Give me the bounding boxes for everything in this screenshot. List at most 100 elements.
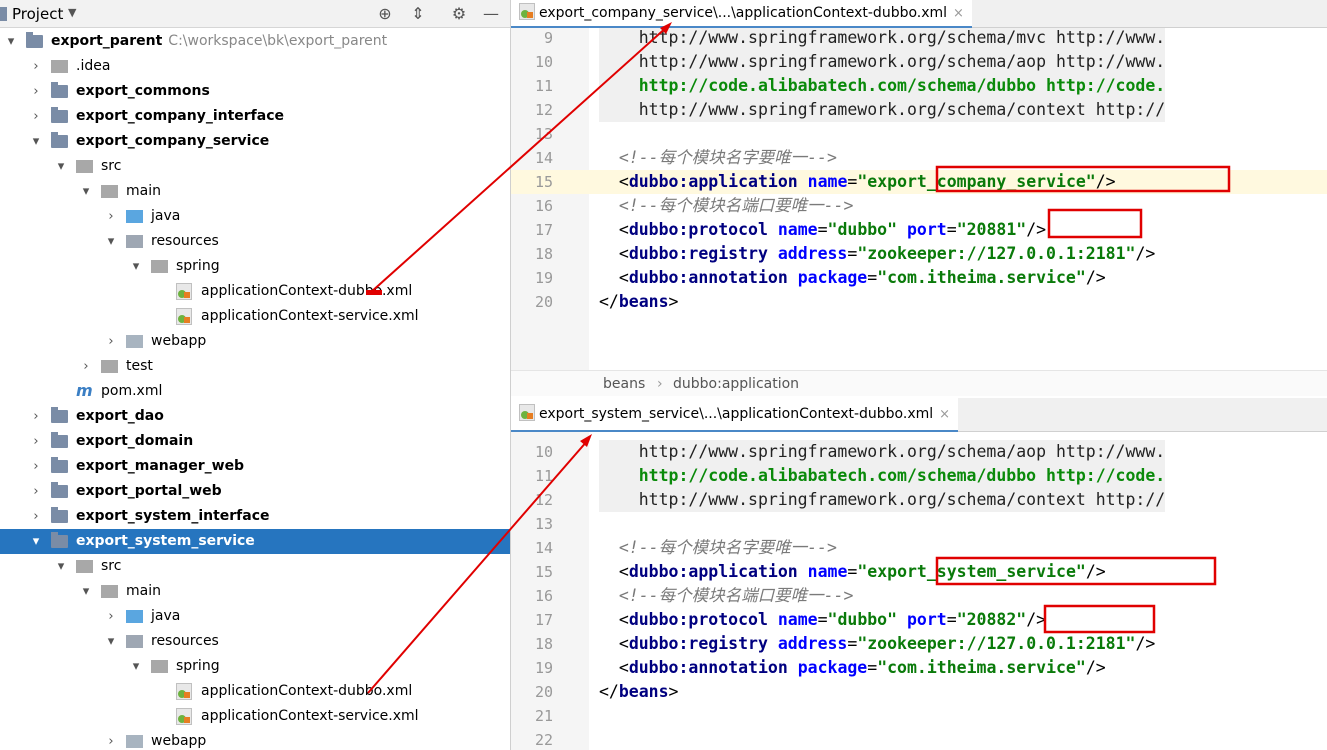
chevron-right-icon[interactable]: › — [29, 79, 43, 104]
tree-item[interactable]: › .idea — [0, 54, 510, 79]
code-line[interactable]: 15 <dubbo:application name="export_compa… — [511, 170, 1327, 194]
tree-item[interactable]: › export_domain — [0, 429, 510, 454]
tab-company-dubbo-xml[interactable]: export_company_service\...\applicationCo… — [511, 0, 972, 28]
tree-item[interactable]: › java — [0, 204, 510, 229]
tree-item-label: test — [126, 354, 153, 379]
chevron-down-icon[interactable]: ▾ — [29, 129, 43, 154]
code-line[interactable]: 17 <dubbo:protocol name="dubbo" port="20… — [511, 608, 1327, 632]
chevron-down-icon[interactable]: ▾ — [29, 529, 43, 554]
code-line[interactable]: 10 http://www.springframework.org/schema… — [511, 440, 1327, 464]
tree-item-label: resources — [151, 229, 219, 254]
tree-item[interactable]: › webapp — [0, 729, 510, 750]
tree-item-text: export_portal_web — [76, 483, 222, 499]
breadcrumb-item-beans[interactable]: beans — [603, 371, 645, 397]
chevron-right-icon[interactable]: › — [104, 329, 118, 354]
chevron-down-icon[interactable]: ▾ — [54, 154, 68, 179]
code-line[interactable]: 11 http://code.alibabatech.com/schema/du… — [511, 464, 1327, 488]
tree-item[interactable]: ▾ src — [0, 554, 510, 579]
tree-item[interactable]: ▾ main — [0, 579, 510, 604]
chevron-down-icon[interactable]: ▾ — [129, 254, 143, 279]
chevron-right-icon[interactable]: › — [104, 729, 118, 750]
code-line[interactable]: 18 <dubbo:registry address="zookeeper://… — [511, 632, 1327, 656]
folder-icon — [101, 585, 118, 598]
chevron-down-icon[interactable]: ▾ — [4, 29, 18, 54]
breadcrumb-item-application[interactable]: dubbo:application — [673, 371, 799, 397]
tree-item[interactable]: m pom.xml — [0, 379, 510, 404]
tree-item[interactable]: › export_system_interface — [0, 504, 510, 529]
tree-item[interactable]: › test — [0, 354, 510, 379]
chevron-right-icon[interactable]: › — [29, 54, 43, 79]
code-line[interactable]: 13 — [511, 512, 1327, 536]
tree-item[interactable]: applicationContext-service.xml — [0, 704, 510, 729]
code-line[interactable]: 9 http://www.springframework.org/schema/… — [511, 28, 1327, 50]
tree-item[interactable]: ▾ src — [0, 154, 510, 179]
chevron-right-icon[interactable]: › — [29, 479, 43, 504]
code-line[interactable]: 19 <dubbo:annotation package="com.itheim… — [511, 266, 1327, 290]
code-line[interactable]: 10 http://www.springframework.org/schema… — [511, 50, 1327, 74]
chevron-down-icon[interactable]: ▾ — [104, 229, 118, 254]
code-line[interactable]: 16 <!--每个模块名端口要唯一--> — [511, 584, 1327, 608]
chevron-right-icon[interactable]: › — [79, 354, 93, 379]
chevron-down-icon[interactable]: ▼ — [68, 6, 76, 19]
code-line[interactable]: 16 <!--每个模块名端口要唯一--> — [511, 194, 1327, 218]
minimize-icon[interactable]: — — [480, 3, 502, 25]
top-editor-tabbar: export_company_service\...\applicationCo… — [511, 0, 1327, 28]
code-line[interactable]: 20 </beans> — [511, 290, 1327, 314]
chevron-down-icon[interactable]: ▾ — [129, 654, 143, 679]
code-line[interactable]: 12 http://www.springframework.org/schema… — [511, 98, 1327, 122]
tree-item[interactable]: ▾ resources — [0, 629, 510, 654]
code-line[interactable]: 17 <dubbo:protocol name="dubbo" port="20… — [511, 218, 1327, 242]
tree-item[interactable]: ▾ spring — [0, 254, 510, 279]
chevron-right-icon[interactable]: › — [29, 104, 43, 129]
code-token: beans — [618, 292, 669, 311]
close-icon[interactable]: × — [953, 6, 964, 21]
tab-system-dubbo-xml[interactable]: export_system_service\...\applicationCon… — [511, 398, 959, 432]
code-line[interactable]: 15 <dubbo:application name="export_syste… — [511, 560, 1327, 584]
tree-item[interactable]: ▾ main — [0, 179, 510, 204]
code-line[interactable]: 19 <dubbo:annotation package="com.itheim… — [511, 656, 1327, 680]
tree-item[interactable]: › webapp — [0, 329, 510, 354]
top-code-editor[interactable]: 9 http://www.springframework.org/schema/… — [511, 28, 1327, 370]
tree-item[interactable]: › export_dao — [0, 404, 510, 429]
code-line[interactable]: 13 — [511, 122, 1327, 146]
tree-item[interactable]: › export_company_interface — [0, 104, 510, 129]
tree-item[interactable]: ▾ export_company_service — [0, 129, 510, 154]
tree-item[interactable]: applicationContext-dubbo.xml — [0, 279, 510, 304]
chevron-right-icon[interactable]: › — [29, 504, 43, 529]
chevron-right-icon[interactable]: › — [29, 404, 43, 429]
code-line[interactable]: 11 http://code.alibabatech.com/schema/du… — [511, 74, 1327, 98]
chevron-right-icon[interactable]: › — [29, 454, 43, 479]
tree-item[interactable]: applicationContext-service.xml — [0, 304, 510, 329]
close-icon[interactable]: × — [939, 407, 950, 422]
chevron-right-icon[interactable]: › — [29, 429, 43, 454]
chevron-down-icon[interactable]: ▾ — [104, 629, 118, 654]
chevron-down-icon[interactable]: ▾ — [54, 554, 68, 579]
code-line[interactable]: 21 — [511, 704, 1327, 728]
code-line[interactable]: 14 <!--每个模块名字要唯一--> — [511, 536, 1327, 560]
chevron-right-icon[interactable]: › — [104, 204, 118, 229]
code-line[interactable]: 12 http://www.springframework.org/schema… — [511, 488, 1327, 512]
tree-item[interactable]: › export_manager_web — [0, 454, 510, 479]
tree-item[interactable]: ▾ resources — [0, 229, 510, 254]
tree-item[interactable]: › export_portal_web — [0, 479, 510, 504]
bottom-code-editor[interactable]: 10 http://www.springframework.org/schema… — [511, 432, 1327, 750]
line-number: 17 — [534, 611, 553, 629]
tree-item[interactable]: ▾ export_parent C:\workspace\bk\export_par… — [0, 29, 510, 54]
tree-item[interactable]: ▾ spring — [0, 654, 510, 679]
tree-item[interactable]: › export_commons — [0, 79, 510, 104]
tree-item[interactable]: › java — [0, 604, 510, 629]
chevron-down-icon[interactable]: ▾ — [79, 179, 93, 204]
tree-item[interactable]: ▾ export_system_service — [0, 529, 510, 554]
project-title[interactable]: Project — [12, 5, 63, 23]
collapse-icon[interactable]: ⇕ — [407, 3, 429, 25]
chevron-down-icon[interactable]: ▾ — [79, 579, 93, 604]
code-line[interactable]: 20 </beans> — [511, 680, 1327, 704]
code-line[interactable]: 22 — [511, 728, 1327, 750]
tree-item[interactable]: applicationContext-dubbo.xml — [0, 679, 510, 704]
locate-icon[interactable]: ⊕ — [374, 3, 396, 25]
chevron-right-icon[interactable]: › — [104, 604, 118, 629]
code-line[interactable]: 14 <!--每个模块名字要唯一--> — [511, 146, 1327, 170]
code-line[interactable]: 18 <dubbo:registry address="zookeeper://… — [511, 242, 1327, 266]
gear-icon[interactable]: ⚙ — [448, 3, 470, 25]
